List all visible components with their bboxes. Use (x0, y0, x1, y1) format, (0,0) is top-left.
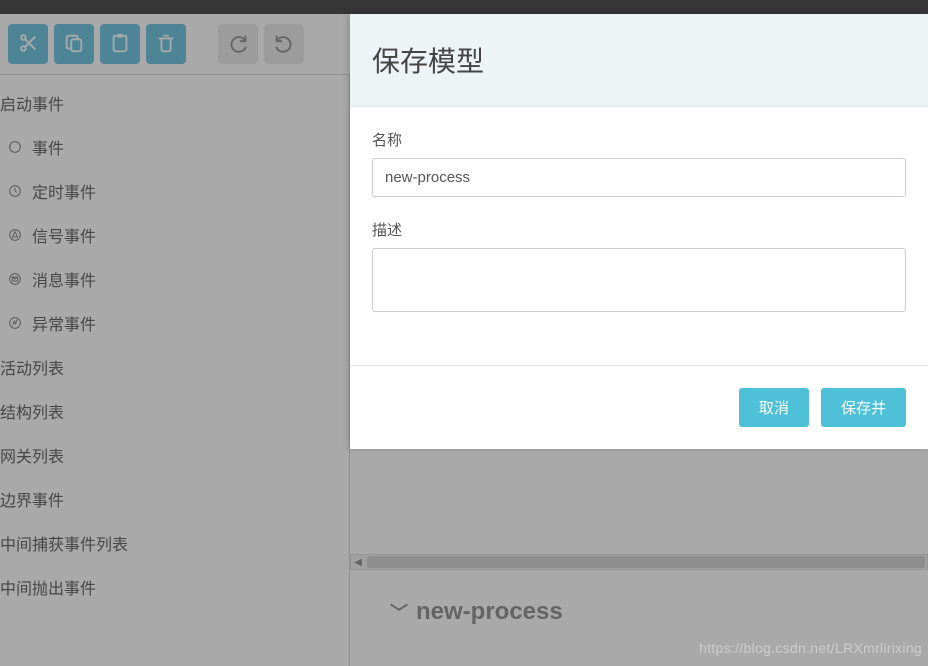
modal-title: 保存模型 (372, 40, 906, 80)
modal-body: 名称 描述 (350, 107, 928, 365)
description-textarea[interactable] (372, 248, 906, 312)
modal-footer: 取消 保存并 (350, 365, 928, 449)
name-label: 名称 (372, 129, 906, 150)
description-label: 描述 (372, 219, 906, 240)
cancel-button[interactable]: 取消 (739, 388, 809, 427)
save-model-modal: 保存模型 名称 描述 取消 保存并 (350, 14, 928, 449)
name-input[interactable] (372, 158, 906, 197)
watermark-text: https://blog.csdn.net/LRXmrlirixing (699, 640, 922, 656)
modal-header: 保存模型 (350, 14, 928, 107)
save-button[interactable]: 保存并 (821, 388, 906, 427)
